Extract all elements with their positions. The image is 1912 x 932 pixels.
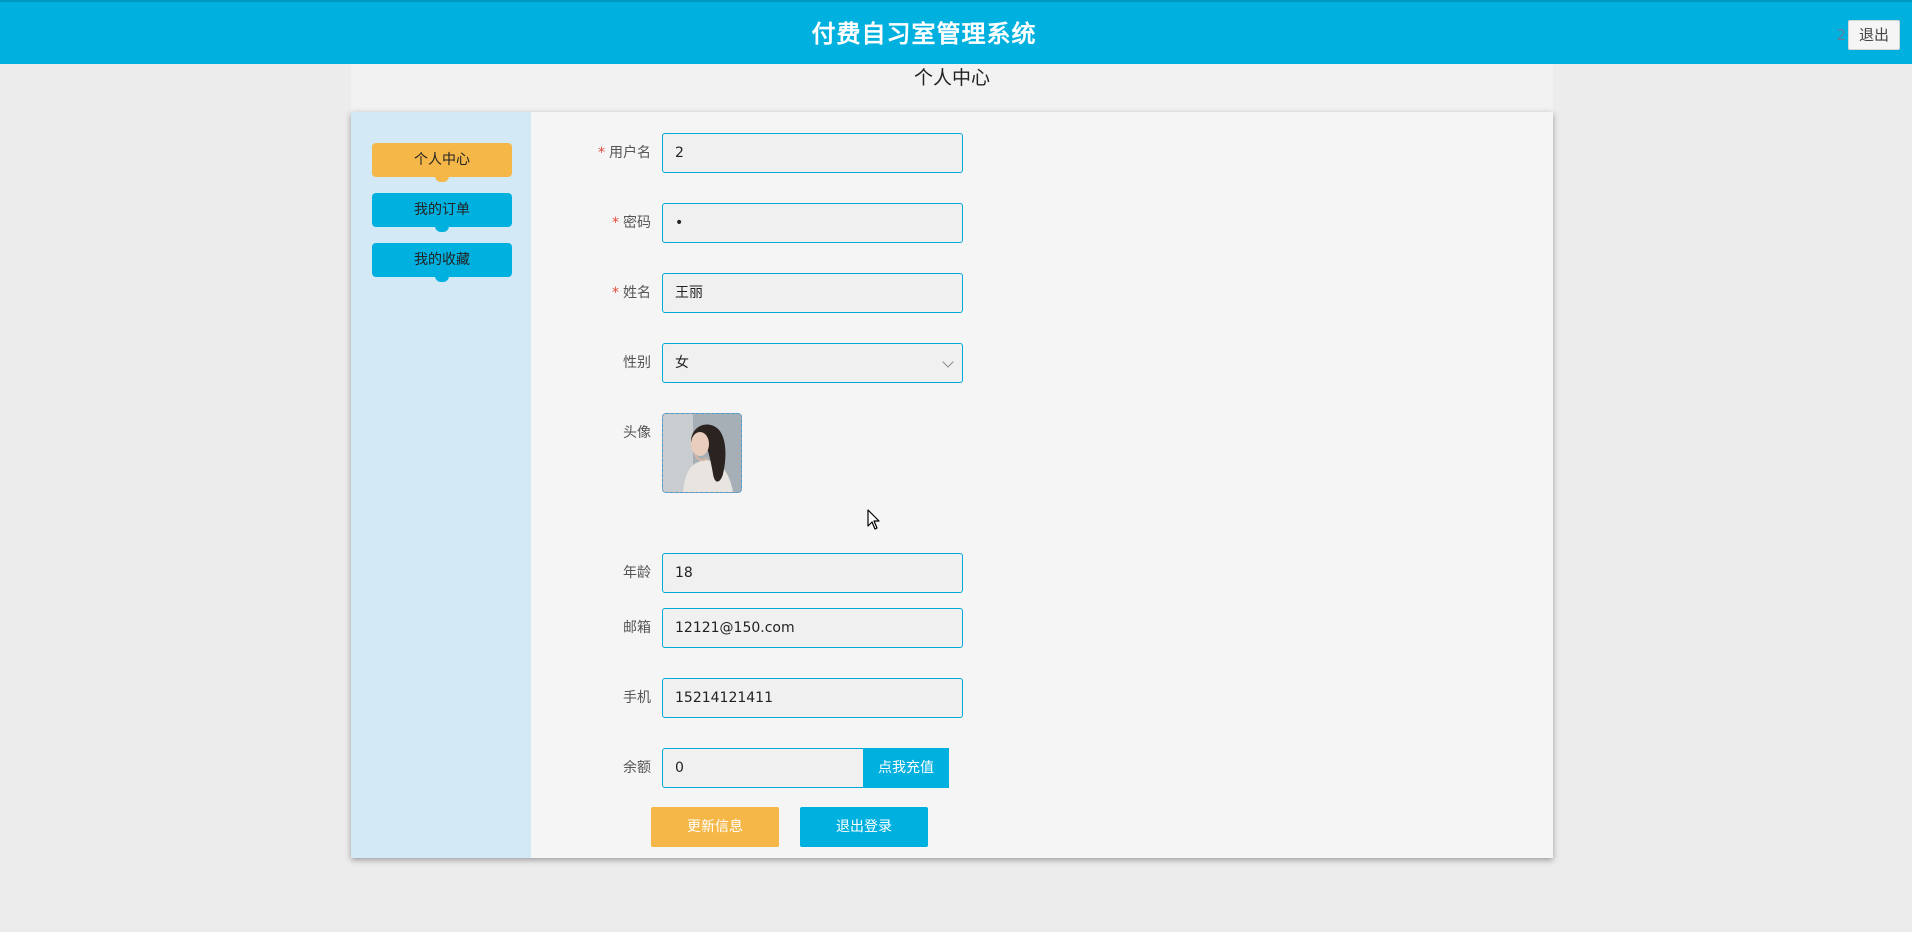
name-field[interactable]: 王丽 [662,273,963,313]
password-label: * 密码 [612,215,651,231]
phone-label: 手机 [623,690,651,706]
avatar-label: 头像 [623,425,651,441]
sidebar-item-orders[interactable]: 我的订单 [372,193,512,232]
email-field[interactable]: 12121@150.com [662,608,963,648]
phone-field[interactable]: 15214121411 [662,678,963,718]
required-mark: * [612,285,619,301]
gender-select[interactable]: 女 [662,343,963,383]
username-field[interactable]: 2 [662,133,963,173]
page-title: 个人中心 [913,67,990,89]
name-label: * 姓名 [612,285,651,301]
email-label: 邮箱 [623,620,651,636]
balance-label: 余额 [623,760,651,776]
current-username: 2 [1836,26,1846,44]
page-header: 个人中心 [351,64,1553,112]
mouse-cursor-icon [867,509,881,535]
age-field[interactable]: 18 [662,553,963,593]
header-logout-button[interactable]: 退出 [1848,20,1900,50]
profile-form: * 用户名 2 * 密码 • * 姓名 王丽 性别 女 头像 年龄 18 邮箱 … [531,112,1553,858]
age-label: 年龄 [623,565,651,581]
gender-label: 性别 [623,355,651,371]
update-info-button[interactable]: 更新信息 [651,807,779,847]
avatar-image [663,414,741,492]
username-label: * 用户名 [598,145,651,161]
top-header-bar: 付费自习室管理系统 2 退出 [0,0,1912,64]
balance-field[interactable]: 0 [662,748,863,788]
profile-card: 个人中心 我的订单 我的收藏 * 用户名 2 * 密码 • * 姓名 王丽 性别 女 … [351,112,1553,858]
sidebar-item-profile[interactable]: 个人中心 [372,143,512,182]
chevron-down-icon [942,356,954,368]
avatar-upload[interactable] [662,413,742,493]
gender-selected-value: 女 [675,355,689,371]
app-title: 付费自习室管理系统 [811,20,1037,48]
recharge-button[interactable]: 点我充值 [863,748,949,788]
password-field[interactable]: • [662,203,963,243]
required-mark: * [598,145,605,161]
required-mark: * [612,215,619,231]
sidebar-item-favorites[interactable]: 我的收藏 [372,243,512,282]
sidebar: 个人中心 我的订单 我的收藏 [351,112,531,858]
logout-button[interactable]: 退出登录 [800,807,928,847]
